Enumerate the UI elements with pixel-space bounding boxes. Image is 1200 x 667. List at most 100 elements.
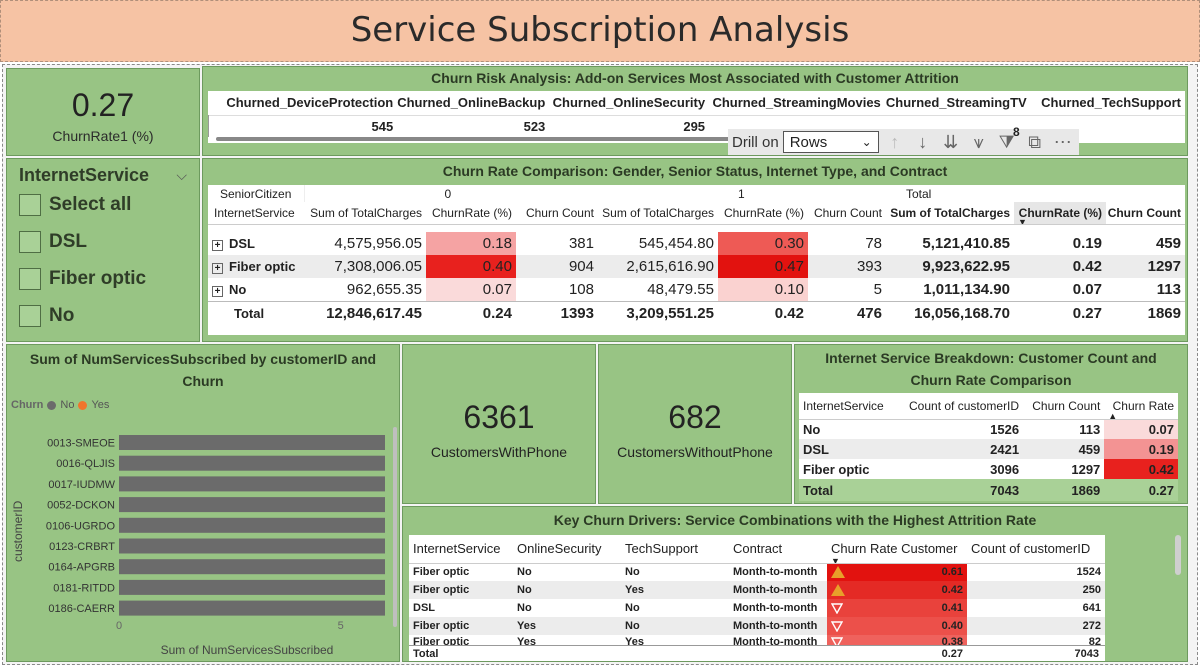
cell-value: 962,655.35 — [346, 280, 422, 298]
col-header[interactable]: InternetService — [409, 535, 513, 563]
table-row[interactable]: Fiber optic 3096 1297 0.42 — [799, 459, 1178, 479]
table-row[interactable]: Fiber optic No Yes Month-to-month 0.42 2… — [409, 581, 1105, 599]
col-header[interactable]: Churned_OnlineSecurity — [549, 91, 709, 115]
slicer-option-label: Select all — [49, 193, 132, 215]
more-options-icon[interactable]: ⋯ — [1051, 130, 1075, 154]
sort-desc-icon: ▼ — [1018, 216, 1027, 225]
bar[interactable] — [119, 435, 385, 450]
checkbox-icon[interactable] — [19, 267, 41, 290]
col-header-sorted[interactable]: Churn Rate ▲ — [1104, 393, 1178, 419]
focus-mode-icon[interactable]: ⧉ — [1023, 130, 1047, 154]
vertical-scrollbar[interactable] — [1175, 535, 1181, 575]
drill-on-select[interactable]: Rows ⌄ — [782, 131, 879, 153]
cell-value: 0.27 — [1148, 482, 1174, 498]
col-header-sorted[interactable]: ChurnRate (%) ▼ — [1014, 202, 1106, 224]
table-row[interactable]: Fiber optic No No Month-to-month 0.61 15… — [409, 563, 1105, 581]
col-header[interactable]: TechSupport — [621, 535, 729, 563]
breakdown-panel[interactable]: Internet Service Breakdown: Customer Cou… — [794, 344, 1188, 504]
vertical-scrollbar[interactable] — [393, 427, 397, 627]
customers-with-phone-card[interactable]: 6361 CustomersWithPhone — [402, 344, 596, 504]
churn-rate-card[interactable]: 0.27 ChurnRate1 (%) — [6, 68, 200, 156]
cell-value: 3,209,551.25 — [626, 304, 714, 322]
col-header[interactable]: Churned_StreamingTV — [885, 91, 1031, 115]
col-header[interactable]: Churned_OnlineBackup — [397, 91, 549, 115]
bar[interactable] — [119, 497, 385, 513]
customers-with-phone-label: CustomersWithPhone — [430, 444, 568, 460]
slicer-option-fiber-optic[interactable]: Fiber optic — [7, 260, 199, 297]
expand-icon[interactable]: + — [212, 285, 223, 297]
comparison-title: Churn Rate Comparison: Gender, Senior St… — [442, 163, 948, 179]
y-axis-label: customerID — [11, 500, 25, 562]
cell-value: 545,454.80 — [638, 235, 714, 252]
go-to-next-level-icon[interactable]: ⇊ — [939, 130, 963, 154]
table-row[interactable]: + DSL 4,575,956.05 0.18 381 545,454.80 0.… — [208, 232, 1185, 255]
col-header[interactable]: OnlineSecurity — [513, 535, 621, 563]
bar[interactable] — [119, 476, 385, 492]
col-header[interactable]: Churn Count — [516, 202, 598, 224]
churn-risk-panel[interactable]: Churn Risk Analysis: Add-on Services Mos… — [202, 66, 1188, 156]
col-header[interactable]: Churned_DeviceProtection — [209, 91, 398, 115]
drill-down-icon[interactable]: ↓ — [911, 130, 935, 154]
col-header-sorted[interactable]: Churn Rate Customer ▼ — [827, 535, 967, 563]
cell-value: 250 — [1082, 584, 1101, 596]
table-row[interactable]: Fiber optic Yes No Month-to-month 0.40 2… — [409, 617, 1105, 635]
cell-value: No — [625, 620, 640, 632]
expand-icon[interactable]: + — [212, 263, 223, 274]
group-header-1: 1 — [738, 186, 745, 201]
legend-dot-yes — [78, 400, 88, 410]
col-header[interactable]: Sum of TotalCharges — [886, 202, 1014, 224]
bar[interactable] — [119, 579, 385, 595]
col-header[interactable]: Sum of TotalCharges — [598, 202, 718, 224]
comparison-matrix[interactable]: SeniorCitizen 0 1 Total InternetService … — [208, 185, 1185, 335]
customers-without-phone-card[interactable]: 682 CustomersWithoutPhone — [598, 344, 792, 504]
heat-cell: 0.41 — [827, 599, 967, 617]
table-row[interactable]: + No 962,655.35 0.07 108 48,479.55 0.10 5… — [208, 278, 1185, 301]
drill-up-icon[interactable]: ↑ — [883, 130, 907, 154]
col-header[interactable]: Churned_TechSupport — [1031, 91, 1185, 115]
drivers-panel[interactable]: Key Churn Drivers: Service Combinations … — [402, 506, 1188, 662]
col-header[interactable]: Churn Count — [808, 202, 886, 224]
expand-icon[interactable]: + — [212, 240, 223, 251]
warning-up-icon — [831, 584, 845, 597]
col-header[interactable]: InternetService — [799, 393, 895, 419]
cell-value: 381 — [568, 235, 594, 252]
slicer-option-no[interactable]: No — [7, 297, 199, 334]
table-row[interactable]: + Fiber optic 7,308,006.05 0.40 904 2,615… — [208, 255, 1185, 278]
col-header[interactable]: Count of customerID — [895, 393, 1024, 419]
bar[interactable] — [119, 600, 385, 616]
col-header[interactable]: Churn Count — [1106, 202, 1185, 224]
drill-on-label: Drill on — [732, 133, 779, 151]
checkbox-icon[interactable] — [19, 304, 41, 327]
col-header[interactable]: Churn Count — [1023, 393, 1104, 419]
col-header[interactable]: Contract — [729, 535, 827, 563]
cell-value: 0.41 — [941, 602, 963, 614]
bar[interactable] — [119, 559, 385, 575]
checkbox-icon[interactable] — [19, 193, 41, 216]
drivers-table[interactable]: InternetService OnlineSecurity TechSuppo… — [409, 535, 1105, 645]
bar[interactable] — [119, 455, 385, 471]
visual-header-toolbar: Drill on Rows ⌄ ↑ ↓ ⇊ ⩛ ⧩ ⧉ ⋯ — [728, 129, 1079, 155]
col-header[interactable]: ChurnRate (%) — [718, 202, 808, 224]
expand-hierarchy-icon[interactable]: ⩛ — [967, 130, 991, 154]
internet-service-slicer[interactable]: InternetService ⌵ Select all DSL Fiber o… — [6, 158, 200, 342]
col-header[interactable]: Count of customerID — [967, 535, 1105, 563]
bar[interactable] — [119, 538, 385, 554]
col-header[interactable]: ChurnRate (%) — [426, 202, 516, 224]
x-tick-label: 5 — [338, 620, 344, 632]
table-row[interactable]: DSL 2421 459 0.19 — [799, 439, 1178, 459]
breakdown-table[interactable]: InternetService Count of customerID Chur… — [799, 393, 1178, 501]
col-header[interactable]: Sum of TotalCharges — [304, 202, 426, 224]
col-header[interactable]: Churned_StreamingMovies — [709, 91, 885, 115]
slicer-option-dsl[interactable]: DSL — [7, 223, 199, 260]
num-services-chart-panel[interactable]: Sum of NumServicesSubscribed by customer… — [6, 344, 400, 662]
table-row[interactable]: DSL No No Month-to-month 0.41 641 — [409, 599, 1105, 617]
page-title: Service Subscription Analysis — [350, 10, 850, 50]
table-row[interactable]: Fiber optic Yes Yes Month-to-month 0.38 … — [409, 635, 1105, 645]
table-row[interactable]: No 1526 113 0.07 — [799, 419, 1178, 439]
checkbox-icon[interactable] — [19, 230, 41, 253]
cell-value: Month-to-month — [733, 620, 818, 632]
chevron-down-icon[interactable]: ⌵ — [176, 167, 187, 184]
slicer-option-select-all[interactable]: Select all — [7, 186, 199, 223]
comparison-panel[interactable]: Churn Rate Comparison: Gender, Senior St… — [202, 158, 1188, 342]
bar[interactable] — [119, 517, 385, 533]
